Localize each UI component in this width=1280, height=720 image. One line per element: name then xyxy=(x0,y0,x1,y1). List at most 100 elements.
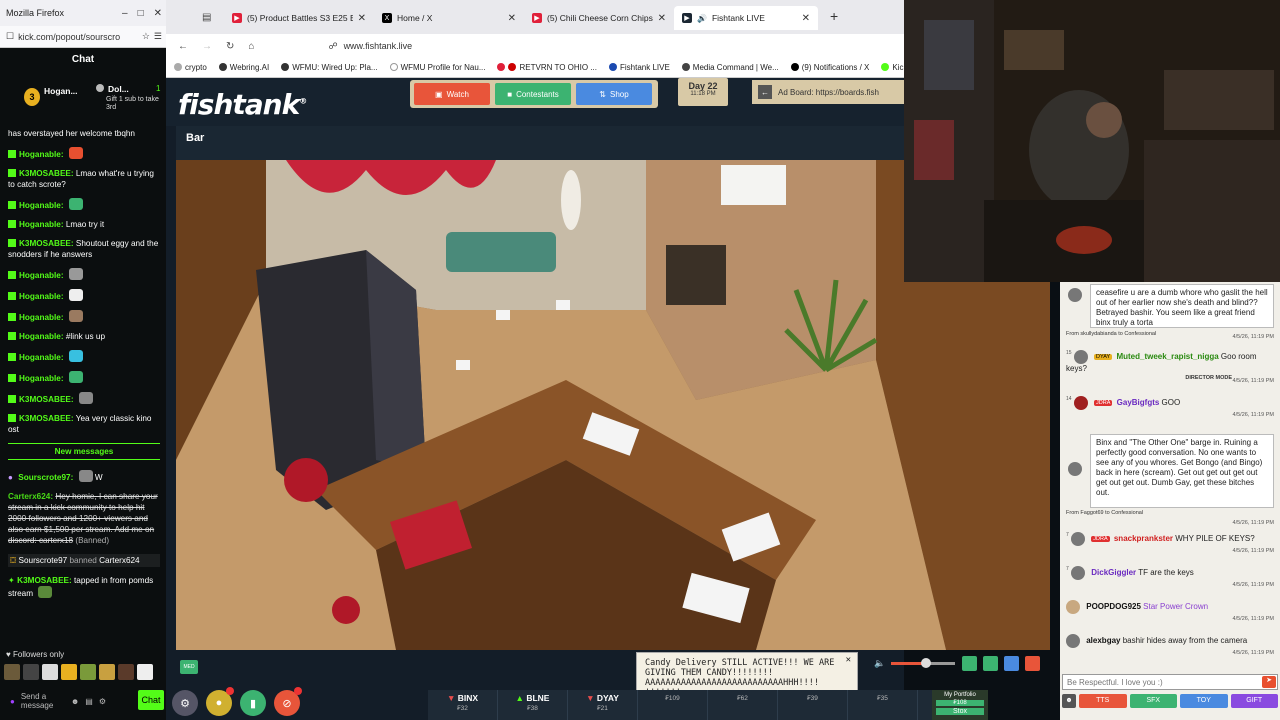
avatar[interactable] xyxy=(1068,462,1082,476)
stox-button[interactable]: Stox xyxy=(936,708,984,715)
tab-fishtank-live[interactable]: ▶ 🔊 Fishtank LIVE ✕ xyxy=(674,6,818,30)
ticker-item[interactable]: ▲ BLNE ₣38 xyxy=(498,690,568,720)
bookmark-item[interactable]: WFMU: Wired Up: Pla... xyxy=(281,63,378,72)
avatar[interactable] xyxy=(1071,566,1086,580)
avatar[interactable] xyxy=(1073,350,1088,364)
fishtank-logo[interactable]: fishtank® xyxy=(178,88,307,121)
volume-slider[interactable] xyxy=(891,658,956,668)
close-icon[interactable]: ✕ xyxy=(846,655,851,665)
settings-button[interactable]: ⚙ xyxy=(172,690,198,716)
site-info-icon[interactable]: ☐ xyxy=(6,31,14,42)
message-username[interactable]: K3MOSABEE: xyxy=(19,239,74,248)
emote-icon[interactable] xyxy=(42,664,58,680)
message-username[interactable]: K3MOSABEE: xyxy=(19,169,74,178)
avatar[interactable] xyxy=(1073,396,1088,410)
close-icon[interactable]: ✕ xyxy=(154,8,162,19)
block-button[interactable]: ⊘ xyxy=(274,687,302,716)
close-tab-icon[interactable]: ✕ xyxy=(508,13,516,24)
ticker-item[interactable]: ▼ DYAY ₣21 xyxy=(568,690,638,720)
message-username[interactable]: Hoganable: xyxy=(19,220,64,229)
bookmark-label[interactable]: WFMU Profile for Nau... xyxy=(401,63,486,72)
bookmark-item[interactable]: (9) Notifications / X xyxy=(790,63,870,72)
close-tab-icon[interactable]: ✕ xyxy=(658,13,666,24)
gift-button[interactable]: GIFT xyxy=(1230,694,1278,708)
watch-button[interactable]: ▣ Watch xyxy=(414,83,490,105)
message-username[interactable]: Hoganable: xyxy=(19,374,64,383)
toy-button[interactable]: TOY xyxy=(1180,694,1228,708)
emote-icon[interactable] xyxy=(4,664,20,680)
my-portfolio[interactable]: My Portfolio ₣108 Stox xyxy=(932,690,988,720)
send-message-input[interactable]: ● Send a message ☻ ▤ ⚙ xyxy=(4,688,124,714)
message-username[interactable]: Hoganable: xyxy=(19,271,64,280)
bookmark-item[interactable]: WFMU Profile for Nau... xyxy=(389,63,486,72)
back-icon[interactable]: ← xyxy=(178,41,188,52)
message-username[interactable]: Hoganable: xyxy=(19,313,64,322)
tab-chili-cheese[interactable]: ▶ (5) Chili Cheese Corn Chips Batt ✕ xyxy=(524,6,674,30)
kick-url-bar[interactable]: ☐ kick.com/popout/sourscro ☆ ☰ xyxy=(0,26,166,48)
message-username[interactable]: snackprankster xyxy=(1114,534,1173,543)
kick-url[interactable]: kick.com/popout/sourscro xyxy=(18,32,120,42)
tab-label[interactable]: Home / X xyxy=(397,13,503,23)
reload-icon[interactable]: ↻ xyxy=(226,41,234,52)
bookmark-label[interactable]: Kick xyxy=(892,63,904,72)
tab-label[interactable]: (5) Product Battles S3 E25 Battl xyxy=(247,13,353,23)
message-username[interactable]: K3MOSABEE: xyxy=(19,414,74,423)
fishtank-chat[interactable]: ceasefire u are a dumb whore who gaslit … xyxy=(1060,282,1280,720)
emote-icon[interactable] xyxy=(80,664,96,680)
settings-icon[interactable]: ⚙ xyxy=(99,697,106,706)
close-tab-icon[interactable]: ✕ xyxy=(358,13,366,24)
tab-product-battles[interactable]: ▶ (5) Product Battles S3 E25 Battl ✕ xyxy=(224,6,374,30)
tab-label[interactable]: (5) Chili Cheese Corn Chips Batt xyxy=(547,13,653,23)
sfx-button[interactable]: SFX xyxy=(1129,694,1177,708)
message-username[interactable]: Hoganable: xyxy=(19,201,64,210)
message-username[interactable]: POOPDOG925 xyxy=(1086,602,1141,611)
gift-icon[interactable]: ▤ xyxy=(85,697,93,706)
tts-button[interactable]: TTS xyxy=(1079,694,1127,708)
emote-icon[interactable] xyxy=(118,664,134,680)
contestants-label[interactable]: Contestants xyxy=(516,90,559,99)
new-tab-button[interactable]: + xyxy=(830,8,838,24)
emote-icon[interactable] xyxy=(61,664,77,680)
clip-icon[interactable] xyxy=(962,656,977,671)
kick-message-list[interactable]: has overstayed her welcome tbqhn Hoganabl… xyxy=(8,128,160,607)
volume-knob[interactable] xyxy=(921,658,932,668)
send-placeholder[interactable]: Send a message xyxy=(21,692,65,710)
bookmark-label[interactable]: Media Command | We... xyxy=(693,63,779,72)
bookmark-label[interactable]: Fishtank LIVE xyxy=(620,63,670,72)
shop-button[interactable]: ⇅ Shop xyxy=(576,83,652,105)
bookmark-item[interactable]: Fishtank LIVE xyxy=(608,63,670,72)
message-username[interactable]: Sourscrote97: xyxy=(18,473,73,482)
message-username[interactable]: Hoganable: xyxy=(19,353,64,362)
bookmark-label[interactable]: (9) Notifications / X xyxy=(802,63,870,72)
ad-board-text[interactable]: Ad Board: https://boards.fish xyxy=(778,88,879,97)
message-username[interactable]: Hoganable: xyxy=(19,150,64,159)
ticker-item[interactable]: ₣62 xyxy=(708,690,778,720)
avatar[interactable] xyxy=(1071,532,1086,546)
bookmark-star-icon[interactable]: ☆ xyxy=(142,31,150,42)
contestants-button[interactable]: ■ Contestants xyxy=(495,83,571,105)
ticker-item[interactable]: ₣35 xyxy=(848,690,918,720)
volume-icon[interactable]: 🔈 xyxy=(874,658,885,669)
message-username[interactable]: K3MOSABEE: xyxy=(17,576,72,585)
bookmark-item[interactable]: RETVRN TO OHIO ... xyxy=(497,63,597,72)
record-icon[interactable] xyxy=(1025,656,1040,671)
message-username[interactable]: Muted_tweek_rapist_nigga xyxy=(1116,352,1218,361)
fullscreen-icon[interactable] xyxy=(1004,656,1019,671)
ticker-item[interactable]: ₣39 xyxy=(778,690,848,720)
avatar[interactable] xyxy=(1068,288,1082,302)
bookmark-label[interactable]: Webring.AI xyxy=(230,63,269,72)
maximize-icon[interactable]: □ xyxy=(138,8,144,19)
message-username[interactable]: Carterx624: xyxy=(8,492,53,501)
avatar[interactable] xyxy=(1066,634,1080,648)
mic-icon[interactable]: ● xyxy=(10,697,15,706)
ad-board[interactable]: ← Ad Board: https://boards.fish xyxy=(752,80,904,104)
message-username[interactable]: alexbgay xyxy=(1086,636,1120,645)
forward-icon[interactable]: → xyxy=(202,41,212,52)
inventory-button[interactable]: ▮ xyxy=(240,690,266,716)
emote-icon[interactable] xyxy=(137,664,153,680)
bookmark-item[interactable]: Kick xyxy=(881,63,904,72)
message-username[interactable]: Hoganable: xyxy=(19,292,64,301)
tab-home-x[interactable]: X Home / X ✕ xyxy=(374,6,524,30)
watch-label[interactable]: Watch xyxy=(447,90,469,99)
emoji-icon[interactable]: ☻ xyxy=(71,697,79,706)
